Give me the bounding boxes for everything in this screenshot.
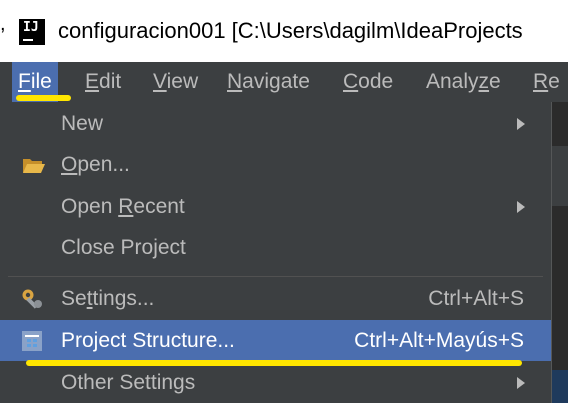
editor-selection-fragment — [551, 370, 568, 403]
open-recent-mnemonic: R — [118, 195, 134, 218]
menu-analyze[interactable]: Analyze — [426, 62, 501, 102]
menu-view-rest: iew — [166, 70, 199, 93]
submenu-arrow-icon — [517, 201, 525, 213]
menu-edit-mnemonic: E — [85, 70, 100, 93]
menu-item-settings-label: Settings... — [61, 278, 154, 319]
menu-file-rest: ile — [30, 70, 52, 93]
menu-edit-rest: dit — [99, 70, 122, 93]
menu-item-project-structure[interactable]: Project Structure... Ctrl+Alt+Mayús+S — [0, 320, 551, 361]
menu-bar: File Edit View Navigate Code Analyze Re — [0, 62, 568, 102]
project-structure-icon — [22, 331, 42, 351]
highlight-underline-file — [16, 95, 71, 101]
app-icon-text: IJ — [23, 20, 39, 35]
menu-item-other-settings-label: Other Settings — [61, 371, 196, 394]
menu-code-mnemonic: C — [343, 70, 359, 93]
folder-icon — [23, 159, 45, 173]
settings-rest: tings... — [92, 287, 155, 310]
intellij-app-icon[interactable]: IJ — [19, 19, 45, 45]
title-bar: , IJ configuracion001 [C:\Users\dagilm\I… — [0, 0, 568, 62]
window-edge-mark: , — [0, 13, 6, 35]
menu-navigate[interactable]: Navigate — [227, 62, 310, 102]
menu-item-close-project-label: Close Project — [61, 236, 186, 259]
editor-fragment — [551, 146, 568, 206]
menu-item-close-project[interactable]: Close Project — [0, 227, 551, 268]
menu-refactor[interactable]: Re — [533, 62, 560, 102]
menu-item-new[interactable]: New — [0, 103, 551, 144]
menu-navigate-rest: avigate — [242, 70, 310, 93]
menu-item-open-recent-label: Open Recent — [61, 186, 185, 227]
submenu-arrow-icon — [517, 377, 525, 389]
open-mnemonic: O — [61, 153, 78, 176]
menu-item-open-recent[interactable]: Open Recent — [0, 186, 551, 227]
wrench-icon — [22, 289, 42, 309]
menu-item-open[interactable]: Open... — [0, 144, 551, 185]
menu-item-new-label: New — [61, 112, 104, 135]
menu-item-other-settings[interactable]: Other Settings — [0, 362, 551, 403]
menu-item-project-structure-label: Project Structure... — [61, 329, 235, 352]
menu-navigate-mnemonic: N — [227, 70, 243, 93]
editor-background-strip — [551, 102, 568, 403]
menu-item-project-structure-shortcut: Ctrl+Alt+Mayús+S — [354, 329, 524, 352]
settings-prefix: Se — [61, 287, 87, 310]
menu-refactor-rest: e — [548, 70, 560, 93]
menu-analyze-rest: e — [489, 70, 501, 93]
menu-analyze-prefix: Analy — [426, 70, 479, 93]
menu-separator — [8, 276, 543, 277]
menu-refactor-mnemonic: R — [533, 70, 549, 93]
menu-code-rest: ode — [358, 70, 394, 93]
menu-item-settings[interactable]: Settings... Ctrl+Alt+S — [0, 278, 551, 319]
window-title: configuracion001 [C:\Users\dagilm\IdeaPr… — [58, 18, 523, 43]
file-menu-dropdown: New Open... Open Recent Close Project Se… — [0, 102, 552, 403]
menu-item-open-label: Open... — [61, 144, 130, 185]
menu-code[interactable]: Code — [343, 62, 393, 102]
submenu-arrow-icon — [517, 118, 525, 130]
menu-view[interactable]: View — [153, 62, 198, 102]
open-recent-rest: ecent — [133, 195, 185, 218]
highlight-underline-project-structure — [26, 360, 522, 366]
menu-view-mnemonic: V — [153, 70, 167, 93]
menu-analyze-mnemonic: z — [478, 70, 490, 93]
menu-item-settings-shortcut: Ctrl+Alt+S — [428, 287, 524, 310]
menu-file-mnemonic: F — [18, 70, 31, 93]
open-recent-prefix: Open — [61, 195, 119, 218]
open-rest: pen... — [77, 153, 130, 176]
app-icon-underline — [23, 39, 33, 41]
menu-edit[interactable]: Edit — [85, 62, 121, 102]
